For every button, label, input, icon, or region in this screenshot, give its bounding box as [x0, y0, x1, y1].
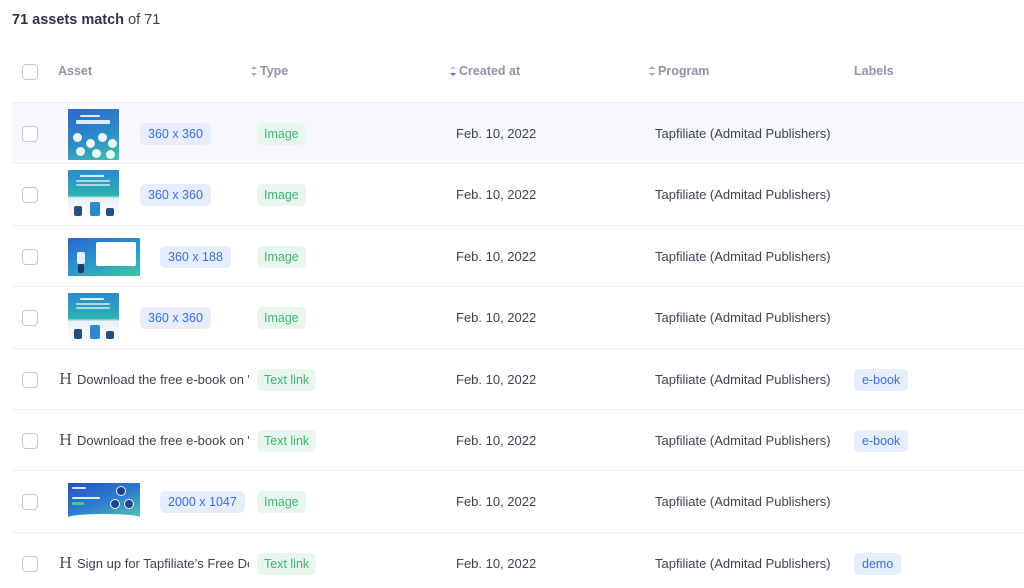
asset-thumbnail[interactable] [68, 237, 140, 276]
program-name: Tapfiliate (Admitad Publishers) [655, 494, 831, 510]
table-row[interactable]: H Download the free e-book on " Text lin… [12, 408, 1024, 470]
created-at: Feb. 10, 2022 [456, 432, 537, 448]
table-header: Asset Type Created at Program Labels [12, 40, 1024, 102]
asset-text[interactable]: Sign up for Tapfiliate’s Free De [77, 556, 249, 571]
created-at: Feb. 10, 2022 [456, 126, 537, 141]
row-checkbox[interactable] [22, 310, 38, 327]
label-tag[interactable]: demo [854, 552, 902, 575]
program-name: Tapfiliate (Admitad Publishers) [655, 187, 831, 203]
type-tag: Text link [257, 429, 317, 452]
dimensions-tag: 360 x 188 [160, 245, 231, 268]
select-all-checkbox[interactable] [22, 64, 38, 80]
program-name: Tapfiliate (Admitad Publishers) [655, 310, 831, 326]
program-name: Tapfiliate (Admitad Publishers) [655, 126, 831, 141]
type-tag: Image [257, 184, 306, 207]
type-tag: Image [257, 491, 306, 514]
created-at: Feb. 10, 2022 [456, 248, 537, 264]
created-at: Feb. 10, 2022 [456, 310, 537, 326]
table-row[interactable]: 360 x 188 Image Feb. 10, 2022 Tapfiliate… [12, 224, 1024, 286]
column-header-labels: Labels [854, 64, 894, 78]
column-header-created-at[interactable]: Created at [450, 64, 520, 78]
match-count: 71 assets match [12, 12, 125, 28]
type-tag: Image [257, 123, 306, 145]
column-header-asset: Asset [58, 64, 93, 78]
type-tag: Image [257, 307, 306, 330]
table-row[interactable]: 360 x 360 Image Feb. 10, 2022 Tapfiliate… [12, 286, 1024, 347]
row-checkbox[interactable] [22, 494, 38, 511]
type-tag: Image [257, 245, 306, 268]
program-name: Tapfiliate (Admitad Publishers) [655, 555, 831, 571]
sort-arrows-icon [251, 66, 257, 76]
text-asset-icon: H [59, 430, 73, 449]
created-at: Feb. 10, 2022 [456, 494, 537, 510]
dimensions-tag: 360 x 360 [140, 307, 211, 330]
asset-text[interactable]: Download the free e-book on " [77, 372, 249, 387]
column-header-type[interactable]: Type [251, 64, 288, 78]
total-count: of 71 [124, 12, 161, 28]
asset-thumbnail[interactable] [68, 293, 119, 345]
dimensions-tag: 2000 x 1047 [160, 491, 245, 514]
row-checkbox[interactable] [22, 187, 38, 204]
row-checkbox[interactable] [22, 126, 38, 142]
asset-thumbnail[interactable] [68, 483, 140, 522]
column-header-program[interactable]: Program [649, 64, 709, 78]
created-at: Feb. 10, 2022 [456, 371, 537, 387]
program-name: Tapfiliate (Admitad Publishers) [655, 432, 831, 448]
row-checkbox[interactable] [22, 371, 38, 388]
asset-thumbnail[interactable] [68, 170, 119, 222]
table-row[interactable]: 360 x 360 Image Feb. 10, 2022 Tapfiliate… [12, 163, 1024, 224]
sort-desc-icon [450, 66, 456, 76]
table-row[interactable]: 2000 x 1047 Image Feb. 10, 2022 Tapfilia… [12, 470, 1024, 531]
row-checkbox[interactable] [22, 248, 38, 265]
created-at: Feb. 10, 2022 [456, 187, 537, 203]
label-tag[interactable]: e-book [854, 429, 909, 452]
type-tag: Text link [257, 368, 317, 391]
table-row[interactable]: H Sign up for Tapfiliate’s Free De Text … [12, 531, 1024, 588]
asset-text[interactable]: Download the free e-book on " [77, 433, 249, 448]
assets-table: Asset Type Created at Program Labels 360… [12, 40, 1024, 588]
row-checkbox[interactable] [22, 555, 38, 572]
results-summary: 71 assets match of 71 [12, 12, 160, 28]
program-name: Tapfiliate (Admitad Publishers) [655, 248, 831, 264]
table-row[interactable]: 360 x 360 Image Feb. 10, 2022 Tapfiliate… [12, 102, 1024, 164]
created-at: Feb. 10, 2022 [456, 555, 537, 571]
table-row[interactable]: H Download the free e-book on " Text lin… [12, 347, 1024, 409]
text-asset-icon: H [59, 369, 73, 388]
dimensions-tag: 360 x 360 [140, 184, 211, 207]
label-tag[interactable]: e-book [854, 368, 909, 391]
program-name: Tapfiliate (Admitad Publishers) [655, 371, 831, 387]
asset-thumbnail[interactable] [68, 109, 119, 160]
sort-arrows-icon [649, 66, 655, 76]
text-asset-icon: H [59, 553, 73, 572]
dimensions-tag: 360 x 360 [140, 123, 211, 145]
row-checkbox[interactable] [22, 432, 38, 449]
type-tag: Text link [257, 552, 317, 575]
